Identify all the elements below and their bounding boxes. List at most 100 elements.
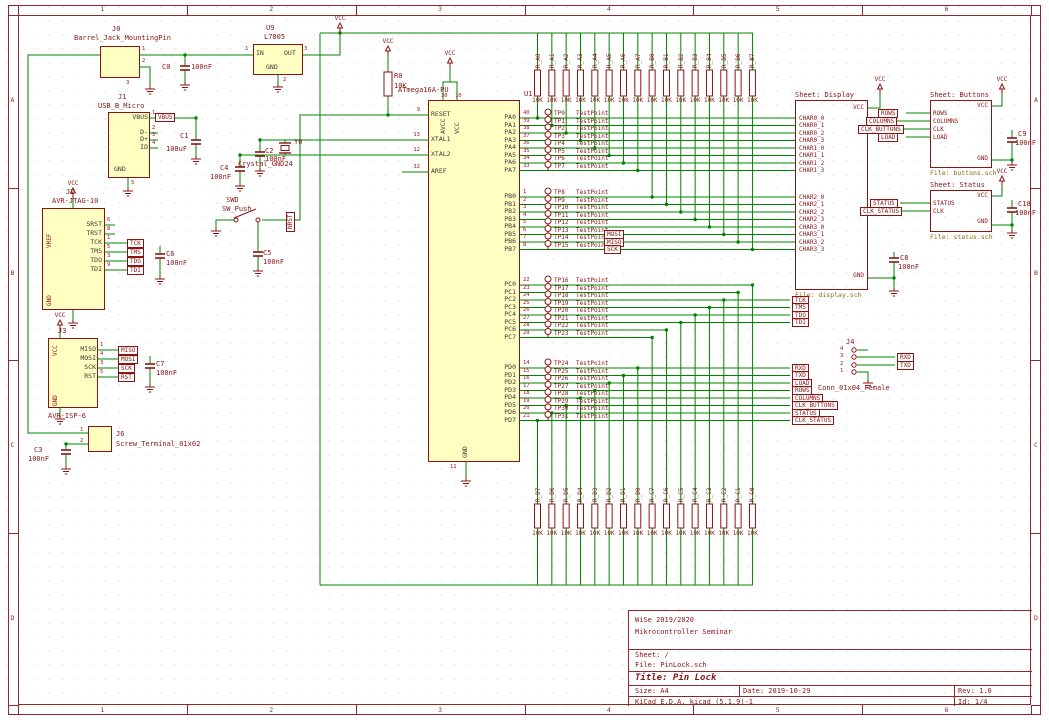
- sheet-display-pin: CHAR3_3: [799, 246, 824, 253]
- net-label-sck[interactable]: SCK: [604, 245, 621, 254]
- sheet-buttons-name: Sheet: Buttons: [930, 91, 989, 99]
- c9-value: 100nF: [1015, 139, 1036, 147]
- frame-tick: [1031, 705, 1041, 706]
- testpoint-value: TestPoint: [576, 413, 609, 421]
- net-label-mosi[interactable]: MOSI: [118, 355, 138, 364]
- j2-gnd-label: GND: [46, 295, 53, 306]
- resistor-value: 10K: [659, 97, 673, 105]
- j3-vcc-label: VCC: [52, 345, 59, 356]
- mcu-pin-number: 16: [523, 375, 537, 381]
- net-label-tdi[interactable]: TDI: [127, 266, 144, 275]
- schematic-sheet: ATmega16A-PU U1 Sheet: Display File: dis…: [0, 0, 1049, 720]
- j2-pin-number: 8: [107, 226, 110, 232]
- j2-value: AVR-JTAG-10: [52, 197, 98, 205]
- j6-body[interactable]: [88, 426, 112, 452]
- frame-tick: [8, 360, 18, 361]
- sheet-buttons-vcc-pin: VCC: [944, 102, 988, 109]
- net-label-rst[interactable]: RST: [118, 373, 135, 382]
- mcu-pin-name-PB0: PB0: [480, 193, 516, 200]
- net-label-tms[interactable]: TMS: [127, 248, 144, 257]
- j3-pin-number: 1: [100, 342, 103, 348]
- frame-tick: [1031, 188, 1041, 189]
- net-label-clk_status[interactable]: CLK_STATUS: [792, 416, 834, 425]
- vcc-power-label: VCC: [63, 180, 83, 187]
- mcu-left-pin-number: 32: [404, 164, 420, 170]
- resistor-value: 10K: [688, 530, 702, 538]
- sheet-display-pin: CHAR3_2: [799, 239, 824, 246]
- titleblock-id: Id: 1/4: [958, 698, 988, 706]
- resistor-value: 10K: [573, 97, 587, 105]
- titleblock-file: File: PinLock.sch: [635, 661, 707, 669]
- j3-pin-name: MOSI: [62, 355, 96, 362]
- resistor-value: 10K: [559, 530, 573, 538]
- net-label-tck[interactable]: TCK: [127, 239, 144, 248]
- net-label-clk_status[interactable]: CLK_STATUS: [860, 207, 902, 216]
- resistor-ref: R_B4: [706, 54, 713, 68]
- c9-ref: C9: [1018, 130, 1026, 138]
- net-label-miso[interactable]: MISO: [118, 346, 138, 355]
- j1-pin-number: 3: [152, 132, 155, 138]
- mcu-pin-number: 4: [523, 212, 537, 218]
- net-label-sck[interactable]: SCK: [118, 364, 135, 373]
- j1-pin-name: VBUS: [112, 114, 148, 121]
- resistor-value: 10K: [588, 97, 602, 105]
- net-label-tdo[interactable]: TDO: [127, 257, 144, 266]
- j4-pin-number: 1: [840, 368, 843, 374]
- frame-column-label: 1: [100, 6, 104, 13]
- resistor-value: 10K: [702, 530, 716, 538]
- vcc-power-label: VCC: [50, 312, 70, 319]
- titleblock-comment-bottom: Mikrocontroller Seminar: [635, 628, 732, 636]
- net-label-nrst[interactable]: NRST: [286, 212, 295, 232]
- j4-ref: J4: [846, 338, 854, 346]
- net-label-txd[interactable]: TXD: [897, 361, 914, 370]
- frame-column-label: 4: [607, 707, 611, 714]
- resistor-value: 10K: [531, 97, 545, 105]
- j2-pin-name: TDI: [68, 266, 102, 273]
- c8-value: 100nF: [898, 263, 919, 271]
- resistor-ref: R_B0: [649, 54, 656, 68]
- mcu-pin-name-PA7: PA7: [480, 167, 516, 174]
- j2-pin-number: 5: [107, 244, 110, 250]
- net-label-load[interactable]: LOAD: [878, 133, 898, 142]
- mcu-pin-name-PC6: PC6: [480, 326, 516, 333]
- j3-pin-name: RST: [62, 373, 96, 380]
- mcu-pin-number: 8: [523, 242, 537, 248]
- mcu-pin-number: 23: [523, 285, 537, 291]
- resistor-value: 10K: [531, 530, 545, 538]
- j3-pin-number: 4: [100, 351, 103, 357]
- resistor-value: 10K: [659, 530, 673, 538]
- mcu-pin-number: 15: [523, 368, 537, 374]
- resistor-ref: R_C1: [735, 488, 742, 502]
- resistor-value: 10K: [631, 97, 645, 105]
- testpoint-ref[interactable]: TP31: [554, 413, 568, 421]
- resistor-ref: R_C2: [721, 488, 728, 502]
- title-block: WiSe 2019/2020 Mikrocontroller Seminar S…: [628, 610, 1032, 706]
- sheet-buttons-pin: LOAD: [933, 134, 947, 141]
- mcu-bottom-pin-number: 11: [450, 464, 457, 470]
- mcu-pin-name-PD7: PD7: [480, 417, 516, 424]
- net-label-tdi[interactable]: TDI: [792, 318, 809, 327]
- testpoint-ref[interactable]: TP7: [554, 163, 565, 171]
- frame-row-label: A: [1034, 97, 1038, 104]
- j6-pin-number: 2: [80, 438, 83, 444]
- c7-ref: C7: [156, 360, 164, 368]
- resistor-value: 10K: [545, 97, 559, 105]
- resistor-value: 10K: [559, 97, 573, 105]
- resistor-ref: R_B1: [663, 54, 670, 68]
- titleblock-rev: Rev: 1.0: [958, 687, 992, 695]
- sheet-display-pin: CHAR1_0: [799, 145, 824, 152]
- frame-row-label: D: [1034, 615, 1038, 622]
- resistor-ref: R_B7: [749, 54, 756, 68]
- mcu-left-pin-number: 12: [404, 147, 420, 153]
- j0-body[interactable]: [100, 46, 140, 78]
- j3-value: AVR-ISP-6: [48, 412, 86, 420]
- j6-value: Screw_Terminal_01x02: [116, 440, 200, 448]
- sheet-status-name: Sheet: Status: [930, 181, 985, 189]
- c6-ref: C6: [166, 250, 174, 258]
- testpoint-ref[interactable]: TP23: [554, 330, 568, 338]
- mcu-pin-name-PB6: PB6: [480, 238, 516, 245]
- testpoint-ref[interactable]: TP15: [554, 242, 568, 250]
- sheet-buttons-gnd-pin: GND: [944, 155, 988, 162]
- resistor-value: 10K: [731, 97, 745, 105]
- net-label-vbus[interactable]: VBUS: [155, 113, 175, 122]
